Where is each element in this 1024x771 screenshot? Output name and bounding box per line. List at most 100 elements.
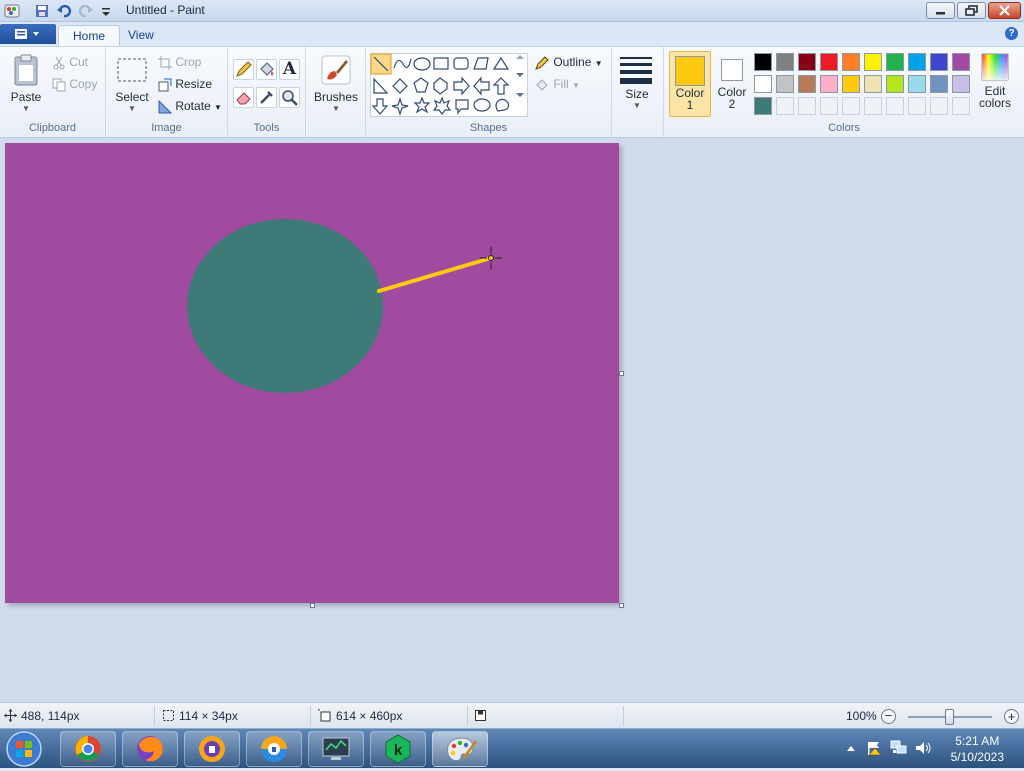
palette-swatch[interactable] xyxy=(864,53,882,71)
selection-size: 114 × 34px xyxy=(179,709,238,723)
redo-icon[interactable] xyxy=(78,3,94,19)
color-wheel-icon xyxy=(981,53,1009,81)
taskbar-firefox[interactable] xyxy=(122,731,178,767)
outline-button[interactable]: Outline ▼ xyxy=(534,53,603,71)
palette-swatch[interactable] xyxy=(952,53,970,71)
palette-swatch[interactable] xyxy=(842,75,860,93)
palette-swatch[interactable] xyxy=(908,75,926,93)
palette-swatch[interactable] xyxy=(930,75,948,93)
copy-button[interactable]: Copy xyxy=(52,75,97,93)
palette-swatch[interactable] xyxy=(820,75,838,93)
taskbar-vpn-browser[interactable] xyxy=(184,731,240,767)
fill-button[interactable]: Fill ▼ xyxy=(534,75,580,93)
custom-color-slot[interactable] xyxy=(776,97,794,115)
palette-swatch[interactable] xyxy=(886,53,904,71)
volume-icon[interactable] xyxy=(914,740,932,756)
zoom-out-button[interactable]: − xyxy=(881,709,896,724)
crop-icon xyxy=(158,55,172,70)
palette-swatch[interactable] xyxy=(754,53,772,71)
custom-color-slot[interactable] xyxy=(798,97,816,115)
text-tool[interactable]: A xyxy=(279,59,300,80)
drawing-canvas[interactable] xyxy=(5,143,619,603)
magnifier-tool[interactable] xyxy=(279,87,300,108)
color-1-button[interactable]: Color 1 xyxy=(669,51,711,117)
magnifier-icon xyxy=(282,90,298,106)
resize-button[interactable]: Resize xyxy=(158,75,212,93)
fill-dropdown-icon: ▼ xyxy=(572,81,580,90)
fill-tool[interactable] xyxy=(256,59,277,80)
plus-icon: + xyxy=(1007,709,1016,724)
paint-app-icon[interactable] xyxy=(4,3,20,19)
network-icon[interactable] xyxy=(890,740,908,756)
customize-quick-access-icon[interactable] xyxy=(98,3,114,19)
color-2-swatch xyxy=(721,59,743,81)
undo-icon[interactable] xyxy=(56,3,72,19)
custom-color-slot[interactable] xyxy=(952,97,970,115)
edit-colors-label-2: colors xyxy=(978,96,1011,110)
start-button[interactable] xyxy=(4,730,44,768)
taskbar-paint[interactable] xyxy=(432,731,488,767)
custom-color-slot[interactable] xyxy=(908,97,926,115)
cut-button[interactable]: Cut xyxy=(52,53,88,71)
rotate-button[interactable]: Rotate ▼ xyxy=(158,97,222,115)
brushes-button[interactable]: Brushes ▼ xyxy=(312,53,360,119)
palette-swatch[interactable] xyxy=(754,97,772,115)
taskbar-secure-browser[interactable] xyxy=(246,731,302,767)
brushes-group: Brushes ▼ xyxy=(306,47,366,137)
shapes-group: Outline ▼ Fill ▼ Shapes xyxy=(366,47,612,137)
palette-swatch[interactable] xyxy=(776,75,794,93)
action-center-flag-icon[interactable] xyxy=(866,740,882,756)
palette-swatch[interactable] xyxy=(952,75,970,93)
tab-view[interactable]: View xyxy=(114,25,168,46)
resize-handle-bottom[interactable] xyxy=(310,603,315,608)
zoom-slider-thumb[interactable] xyxy=(945,709,954,725)
select-button[interactable]: Select ▼ xyxy=(112,53,152,119)
palette-swatch[interactable] xyxy=(798,75,816,93)
taskbar-system-monitor[interactable] xyxy=(308,731,364,767)
size-button[interactable]: Size ▼ xyxy=(620,53,654,119)
custom-color-slot[interactable] xyxy=(842,97,860,115)
text-icon: A xyxy=(282,59,297,79)
edit-colors-button[interactable]: Edit colors xyxy=(974,53,1016,119)
zoom-in-button[interactable]: + xyxy=(1004,709,1019,724)
palette-swatch[interactable] xyxy=(908,53,926,71)
palette-swatch[interactable] xyxy=(776,53,794,71)
save-icon[interactable] xyxy=(34,3,50,19)
crop-button[interactable]: Crop xyxy=(158,53,201,71)
custom-color-slot[interactable] xyxy=(930,97,948,115)
paint-menu-button[interactable] xyxy=(0,24,56,44)
palette-swatch[interactable] xyxy=(798,53,816,71)
help-icon[interactable]: ? xyxy=(1005,27,1018,40)
minimize-icon xyxy=(936,12,945,15)
palette-swatch[interactable] xyxy=(842,53,860,71)
close-button[interactable] xyxy=(988,2,1021,19)
palette-swatch[interactable] xyxy=(820,53,838,71)
fill-label: Fill xyxy=(553,77,569,91)
eraser-tool[interactable] xyxy=(233,87,254,108)
palette-swatch[interactable] xyxy=(864,75,882,93)
taskbar-kaspersky[interactable]: k xyxy=(370,731,426,767)
color-picker-tool[interactable] xyxy=(256,87,277,108)
resize-handle-corner[interactable] xyxy=(619,603,624,608)
paint-bucket-icon xyxy=(260,62,274,76)
resize-handle-right[interactable] xyxy=(619,371,624,376)
brushes-label: Brushes xyxy=(313,90,359,104)
paste-button[interactable]: Paste ▼ xyxy=(6,53,46,119)
pencil-tool[interactable] xyxy=(233,59,254,80)
cut-label: Cut xyxy=(69,55,89,69)
palette-swatch[interactable] xyxy=(754,75,772,93)
windows-logo-icon xyxy=(6,731,42,767)
minimize-button[interactable] xyxy=(926,2,955,19)
restore-button[interactable] xyxy=(957,2,986,19)
palette-swatch[interactable] xyxy=(930,53,948,71)
show-hidden-icons-icon[interactable] xyxy=(846,744,856,754)
taskbar-chrome[interactable] xyxy=(60,731,116,767)
custom-color-slot[interactable] xyxy=(820,97,838,115)
selection-size-icon xyxy=(163,710,174,721)
palette-swatch[interactable] xyxy=(886,75,904,93)
color-2-button[interactable]: Color 2 xyxy=(714,51,750,117)
custom-color-slot[interactable] xyxy=(886,97,904,115)
tab-home[interactable]: Home xyxy=(58,25,121,46)
custom-color-slot[interactable] xyxy=(864,97,882,115)
taskbar-clock[interactable]: 5:21 AM 5/10/2023 xyxy=(951,733,1004,765)
